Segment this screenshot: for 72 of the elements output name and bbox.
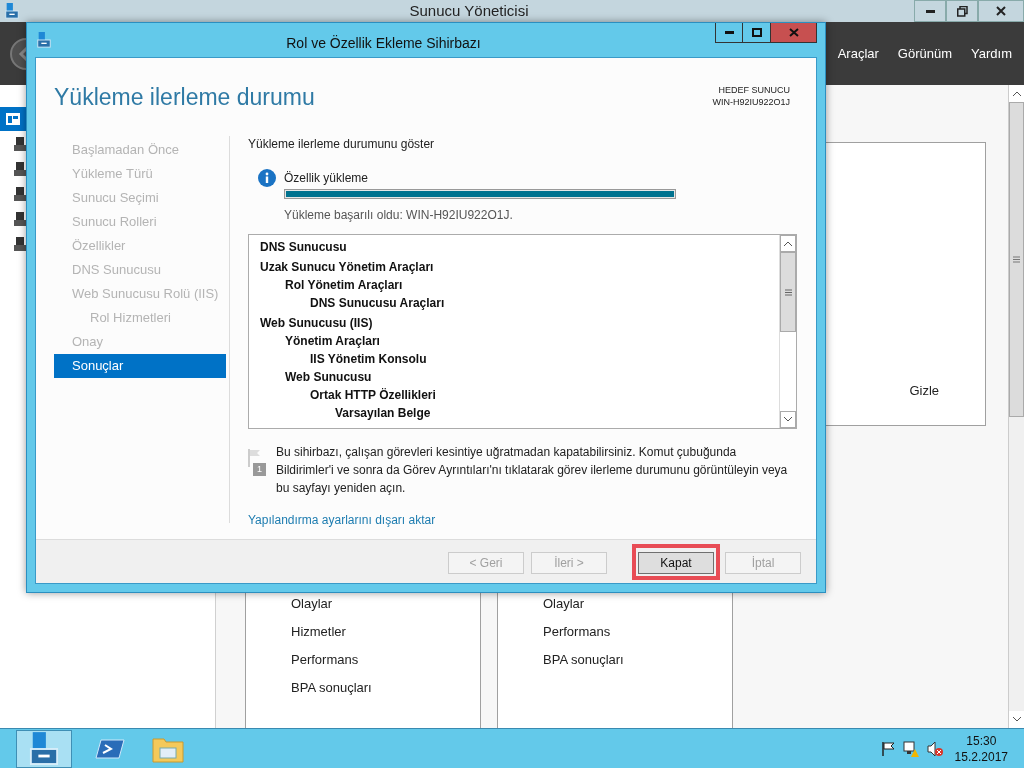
wizard-icon [36,32,52,48]
clock-date: 15.2.2017 [954,748,1008,765]
server-nav-icon[interactable] [14,236,26,251]
list-scrollbar[interactable] [779,235,796,428]
dialog-title: Rol ve Özellik Ekleme Sihirbazı [285,34,482,53]
restore-icon [956,5,968,17]
close-button[interactable] [771,23,817,43]
notification-badge: 1 [253,463,266,476]
tile-link[interactable]: BPA sonuçları [543,650,732,669]
close-icon [996,6,1006,16]
maximize-icon [751,28,762,37]
flag-icon[interactable] [880,740,895,757]
menu-item[interactable]: Araçlar [837,43,879,64]
page-title: Yükleme ilerleme durumu [54,83,315,112]
close-button[interactable] [978,0,1024,22]
tile-link[interactable]: Performans [291,650,480,669]
result-item: DNS Sunucusu [260,239,348,256]
restore-button[interactable] [946,0,978,22]
tile-link[interactable]: Olaylar [543,594,732,613]
hide-link[interactable]: Gizle [909,380,939,400]
tile-link[interactable]: BPA sonuçları [291,678,480,697]
clock-time: 15:30 [966,732,997,749]
taskbar-button[interactable] [16,729,72,768]
grip-icon [1013,256,1020,263]
section-heading: Yükleme ilerleme durumunu göster [248,136,436,152]
scroll-down-icon[interactable] [1012,717,1021,722]
window-title: Sunucu Yöneticisi [408,0,530,21]
menu-item[interactable]: Görünüm [897,43,953,64]
result-item: Varsayılan Belge [334,405,432,422]
flag-icon [248,449,261,467]
info-note: Bu sihirbazı, çalışan görevleri kesintiye uğratmadan kapatabilirsiniz. Komut çubuğunda Bildirimler'i ve sonra da Görev Ayrıntıları'nı tıklatarak görev ilerleme durumunu görüntüleyin veya bu sayfayı yeniden açın. [276,444,789,497]
scroll-down-icon[interactable] [784,417,792,422]
dashboard-icon [6,113,20,125]
status-label: Özellik yükleme [284,170,369,187]
result-item: Uzak Sunucu Yönetim Araçları [260,259,435,276]
terminal-icon [95,737,125,760]
close-icon [788,28,799,37]
result-item: Web Sunucusu [284,369,373,386]
scroll-up-icon[interactable] [784,241,792,246]
wizard-step[interactable]: Sonuçlar [54,354,226,378]
minimize-icon [724,31,734,34]
info-icon [258,169,276,187]
muted-speaker-icon[interactable] [926,740,943,757]
result-item: Yönetim Araçları [284,333,381,350]
minimize-button[interactable] [715,23,743,43]
target-label: HEDEF SUNUCU [718,84,790,96]
dialog-button[interactable]: Kapat [638,551,714,574]
grip-icon [784,288,792,296]
dashboard-nav[interactable] [0,107,26,131]
tile-link[interactable]: Hizmetler [291,622,480,641]
tile-link[interactable]: Performans [543,622,732,641]
app-icon [4,3,20,19]
server-manager-icon [29,731,59,766]
server-nav-icon[interactable] [14,136,26,151]
result-item: Web Sunucusu (IIS) [260,315,374,332]
status-message: Yükleme başarılı oldu: WIN-H92IU922O1J. [284,207,514,224]
scrollbar[interactable] [1008,85,1024,728]
server-nav-icon[interactable] [14,186,26,201]
minimize-button[interactable] [914,0,946,22]
result-item: IIS Yönetim Konsolu [309,351,428,368]
server-nav-icon[interactable] [14,211,26,226]
minimize-icon [925,9,935,13]
result-item: Ortak HTTP Özellikleri [309,387,437,404]
result-item: DNS Sunucusu Araçları [309,295,446,312]
export-link[interactable]: Yapılandırma ayarlarını dışarı aktar [248,511,436,529]
tile-link[interactable]: Olaylar [291,594,480,613]
server-nav-icon[interactable] [14,161,26,176]
menu-item[interactable]: Yardım [971,43,1012,64]
target-server: WIN-H92IU922O1J [712,96,790,108]
scroll-up-icon[interactable] [1012,91,1021,96]
network-warning-icon[interactable] [902,740,919,757]
result-item: Rol Yönetim Araçları [284,277,404,294]
